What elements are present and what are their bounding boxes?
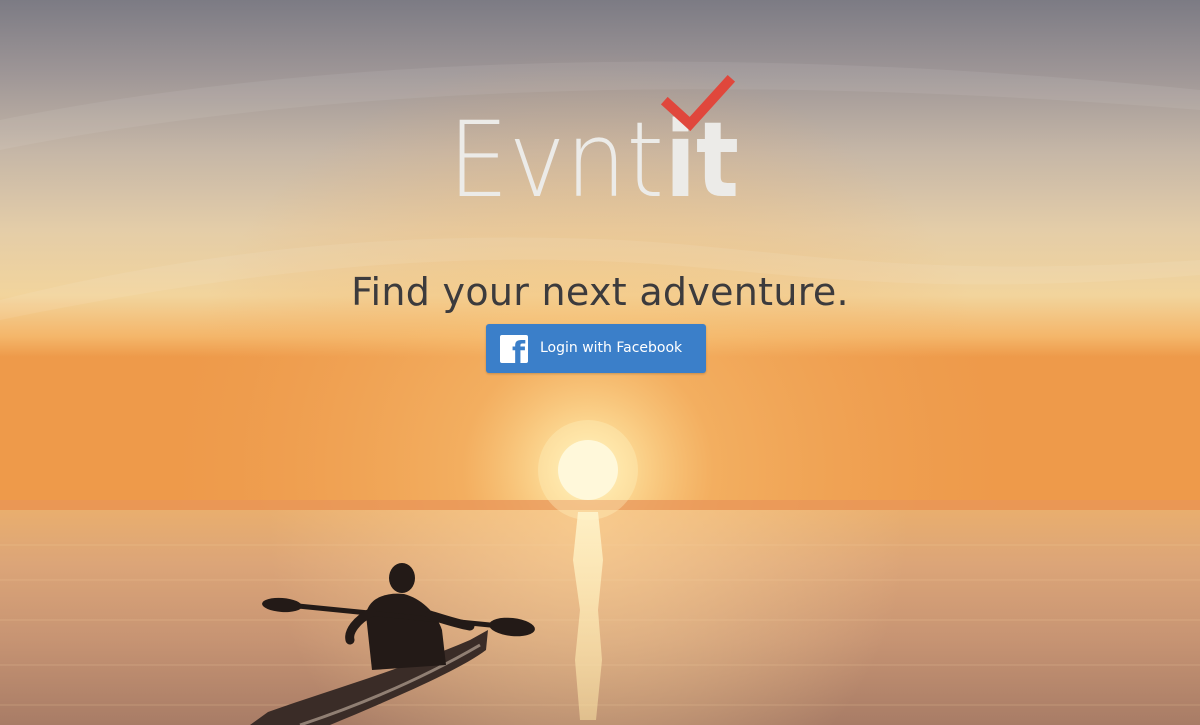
login-with-facebook-label: Login with Facebook [540, 340, 683, 356]
hero-tagline: Find your next adventure. [351, 270, 849, 314]
facebook-icon-glyph: f [511, 336, 525, 364]
logo-text-evnt: Evnt [448, 99, 664, 221]
landing-page: Evnt it Find your next adventure. f Logi… [0, 0, 1200, 725]
login-with-facebook-button[interactable]: f Login with Facebook [486, 324, 706, 373]
facebook-icon: f [500, 335, 528, 363]
